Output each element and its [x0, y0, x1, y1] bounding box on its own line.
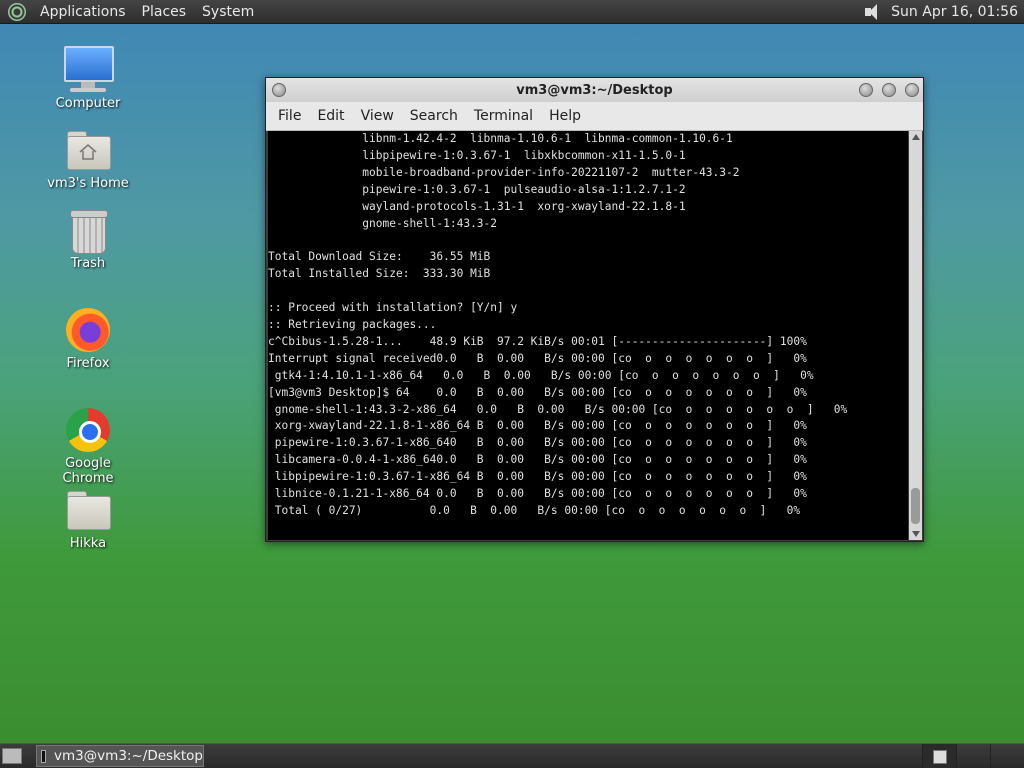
desktop-icon-label: Hikka [69, 536, 107, 551]
system-logo-icon[interactable] [8, 2, 26, 21]
maximize-icon[interactable] [882, 83, 896, 97]
desktop-icon-label: Firefox [66, 356, 110, 371]
volume-icon[interactable] [863, 2, 883, 22]
menu-help[interactable]: Help [541, 108, 589, 124]
workspace-switcher [922, 744, 1024, 768]
terminal-text: libnm-1.42.4-2 libnma-1.10.6-1 libnma-co… [268, 132, 848, 517]
scroll-thumb[interactable] [911, 488, 920, 524]
desktop-icon-firefox[interactable]: Firefox [38, 306, 138, 371]
menu-search[interactable]: Search [402, 108, 466, 124]
window-menubar: File Edit View Search Terminal Help [266, 102, 923, 131]
close-icon[interactable] [905, 83, 919, 97]
desktop-icon-label: Trash [70, 256, 106, 271]
home-folder-icon [64, 126, 112, 174]
desktop-icon-label: Computer [55, 96, 121, 111]
desktop-icon-label: Google Chrome [62, 456, 114, 486]
computer-icon [64, 46, 114, 94]
taskbar-window-label: vm3@vm3:~/Desktop [53, 748, 203, 764]
show-desktop-icon[interactable] [2, 748, 22, 764]
top-panel: Applications Places System Sun Apr 16, 0… [0, 0, 1024, 24]
firefox-icon [64, 306, 112, 354]
taskbar-window-button[interactable]: vm3@vm3:~/Desktop [36, 745, 204, 767]
menu-terminal[interactable]: Terminal [466, 108, 541, 124]
menu-places[interactable]: Places [134, 4, 195, 20]
trash-icon [64, 206, 112, 254]
scroll-down-icon[interactable] [912, 531, 920, 537]
desktop-icon-chrome[interactable]: Google Chrome [38, 406, 138, 486]
scroll-up-icon[interactable] [912, 134, 920, 140]
menu-view[interactable]: View [353, 108, 402, 124]
menu-applications[interactable]: Applications [32, 4, 134, 20]
minimize-icon[interactable] [859, 83, 873, 97]
folder-icon [64, 486, 112, 534]
desktop-icon-home[interactable]: vm3's Home [38, 126, 138, 191]
menu-system[interactable]: System [194, 4, 262, 20]
desktop-icon-trash[interactable]: Trash [38, 206, 138, 271]
terminal-output[interactable]: libnm-1.42.4-2 libnma-1.10.6-1 libnma-co… [268, 131, 908, 540]
terminal-icon [41, 749, 46, 763]
panel-tray: Sun Apr 16, 01:56 [863, 0, 1024, 24]
workspace-1[interactable] [922, 744, 956, 768]
workspace-3[interactable] [990, 744, 1024, 768]
window-titlebar[interactable]: vm3@vm3:~/Desktop [266, 78, 923, 102]
bottom-taskbar: vm3@vm3:~/Desktop [0, 743, 1024, 768]
desktop-icon-hikka[interactable]: Hikka [38, 486, 138, 551]
menu-file[interactable]: File [270, 108, 309, 124]
desktop-icon-computer[interactable]: Computer [38, 46, 138, 111]
chrome-icon [64, 406, 112, 454]
clock[interactable]: Sun Apr 16, 01:56 [891, 4, 1024, 20]
menu-edit[interactable]: Edit [309, 108, 352, 124]
terminal-scrollbar[interactable] [909, 131, 922, 540]
workspace-2[interactable] [956, 744, 990, 768]
window-menu-icon[interactable] [272, 83, 286, 97]
window-title: vm3@vm3:~/Desktop [516, 82, 673, 98]
desktop-icon-label: vm3's Home [47, 176, 129, 191]
terminal-window: vm3@vm3:~/Desktop File Edit View Search … [265, 77, 924, 542]
